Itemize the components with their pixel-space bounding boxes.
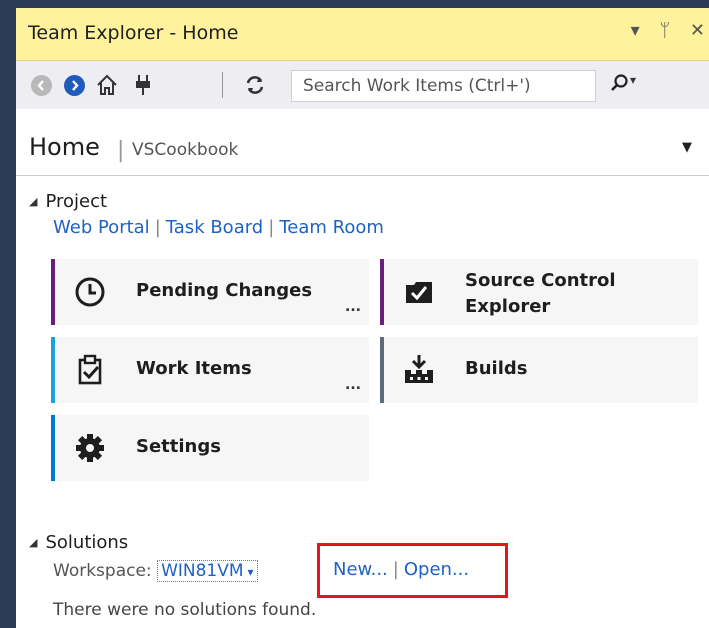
- link-separator: |: [268, 217, 275, 238]
- home-icon: [97, 74, 117, 95]
- close-icon[interactable]: ✕: [690, 20, 705, 41]
- link-separator: |: [392, 559, 399, 580]
- clock-icon: [75, 277, 105, 307]
- project-section-header[interactable]: ◢ Project: [29, 191, 107, 212]
- more-options-icon[interactable]: ...: [345, 377, 361, 393]
- project-name: VSCookbook: [132, 140, 239, 160]
- collapse-icon: ◢: [29, 195, 38, 208]
- task-board-link[interactable]: Task Board: [166, 217, 263, 238]
- connect-icon: [136, 75, 150, 95]
- new-solution-link[interactable]: New...: [333, 559, 388, 580]
- source-control-icon: [406, 282, 432, 303]
- forward-icon: [63, 74, 85, 96]
- search-options-chevron-icon[interactable]: ▾: [630, 73, 636, 87]
- refresh-icon: [246, 76, 264, 94]
- solutions-heading: Solutions: [45, 532, 129, 553]
- workspace-label: Workspace:: [53, 561, 152, 581]
- search-icon[interactable]: [610, 73, 630, 98]
- toolbar: Search Work Items (Ctrl+') ▾: [16, 61, 709, 109]
- header-separator: |: [117, 138, 125, 163]
- tile-builds[interactable]: Builds: [380, 337, 698, 403]
- window-controls: ▾ ᛘ ✕: [617, 20, 705, 41]
- tile-label: Pending Changes: [136, 280, 313, 301]
- toolbar-separator: [222, 72, 223, 98]
- tile-label: Source Control Explorer: [465, 270, 616, 317]
- project-heading: Project: [45, 191, 108, 212]
- back-button[interactable]: [26, 70, 56, 100]
- gear-icon: [76, 434, 104, 462]
- solutions-links: New... | Open...: [333, 559, 469, 580]
- workspace-row: Workspace: WIN81VM ▾: [53, 560, 258, 582]
- tile-label: Work Items: [136, 358, 252, 379]
- tile-work-items[interactable]: Work Items ...: [51, 337, 369, 403]
- web-portal-link[interactable]: Web Portal: [53, 217, 150, 238]
- home-button[interactable]: [92, 70, 122, 100]
- chevron-down-icon: ▾: [247, 565, 254, 579]
- dropdown-icon[interactable]: ▾: [631, 20, 640, 41]
- builds-icon: [405, 355, 433, 383]
- page-title[interactable]: Home: [29, 133, 100, 161]
- empty-solutions-message: There were no solutions found.: [53, 600, 317, 620]
- workspace-value: WIN81VM: [161, 561, 244, 581]
- solutions-section-header[interactable]: ◢ Solutions: [29, 532, 128, 553]
- team-explorer-window: Team Explorer - Home ▾ ᛘ ✕ Search Work I…: [16, 8, 709, 628]
- page-header: Home | VSCookbook ▼: [16, 109, 709, 176]
- tile-pending-changes[interactable]: Pending Changes ...: [51, 259, 369, 325]
- title-bar: Team Explorer - Home ▾ ᛘ ✕: [16, 8, 709, 61]
- project-links: Web Portal | Task Board | Team Room: [53, 217, 384, 238]
- connect-button[interactable]: [128, 70, 158, 100]
- collapse-icon: ◢: [29, 536, 38, 549]
- pin-icon[interactable]: ᛘ: [659, 20, 670, 41]
- work-items-icon: [78, 354, 102, 385]
- workspace-dropdown[interactable]: WIN81VM ▾: [157, 560, 258, 582]
- forward-button[interactable]: [59, 70, 89, 100]
- tile-settings[interactable]: Settings: [51, 415, 369, 481]
- back-icon: [30, 74, 52, 96]
- window-title: Team Explorer - Home: [28, 22, 239, 44]
- tile-label: Settings: [136, 436, 221, 457]
- navigation-dropdown-icon[interactable]: ▼: [682, 140, 692, 155]
- team-room-link[interactable]: Team Room: [279, 217, 384, 238]
- link-separator: |: [154, 217, 161, 238]
- refresh-button[interactable]: [240, 70, 270, 100]
- search-input[interactable]: Search Work Items (Ctrl+'): [291, 70, 596, 102]
- tile-label: Builds: [465, 358, 528, 379]
- tile-source-control-explorer[interactable]: Source Control Explorer: [380, 259, 698, 325]
- more-options-icon[interactable]: ...: [345, 299, 361, 315]
- open-solution-link[interactable]: Open...: [404, 559, 469, 580]
